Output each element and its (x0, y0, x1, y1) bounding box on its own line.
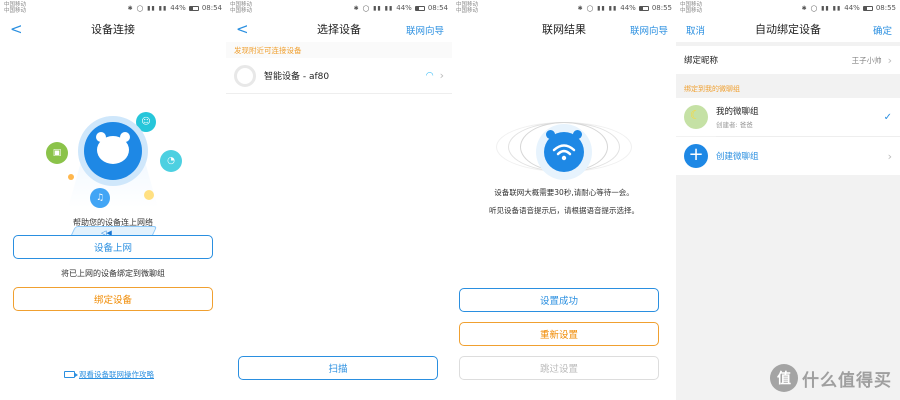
signal-icons: ✱ ◯ ▮▮ ▮▮ (127, 4, 168, 12)
nickname-label: 绑定昵称 (684, 56, 719, 66)
status-bar: 中国移动 中国移动 ✱ ◯ ▮▮ ▮▮ 44% 08:54 (0, 0, 226, 16)
decor-dot (144, 190, 154, 200)
signal-icons: ✱ ◯ ▮▮ ▮▮ (577, 4, 618, 12)
battery-text: 44% (170, 4, 186, 12)
watermark-text: 什么值得买 (802, 370, 892, 391)
nickname-row[interactable]: 绑定昵称 王子小帅 › (676, 46, 900, 74)
battery-text: 44% (620, 4, 636, 12)
signal-icons: ✱ ◯ ▮▮ ▮▮ (353, 4, 394, 12)
page-title: 联网结果 (542, 23, 586, 36)
nav-bar: 联网结果 联网向导 (452, 16, 676, 42)
nickname-value: 王子小帅 (851, 55, 882, 65)
battery-text: 44% (844, 4, 860, 12)
wifi-illustration (452, 112, 676, 182)
chevron-right-icon: › (887, 149, 892, 163)
guide-link[interactable]: 观看设备联网操作攻略 (64, 369, 154, 380)
signal-icons: ✱ ◯ ▮▮ ▮▮ (801, 4, 842, 12)
group-row[interactable]: 我的微聊组 创建者: 爸爸 ✓ (676, 98, 900, 136)
clock: 08:54 (201, 4, 222, 12)
nav-bar: < 选择设备 联网向导 (226, 16, 452, 42)
confirm-button[interactable]: 确定 (873, 23, 892, 37)
carrier-label: 中国移动 (680, 8, 703, 14)
group-avatar (684, 105, 708, 129)
setup-success-button[interactable]: 设置成功 (459, 288, 659, 312)
voice-hint: 听见设备语音提示后，请根据语音提示选择。 (489, 206, 639, 215)
create-group-label: 创建微聊组 (716, 152, 759, 162)
clock: 08:54 (427, 4, 448, 12)
bind-hint: 将已上网的设备绑定到微聊组 (61, 269, 165, 278)
group-name: 我的微聊组 (716, 107, 759, 117)
status-icons: ✱ ◯ ▮▮ ▮▮ 44% 08:55 (802, 4, 896, 12)
screenshot-strip: 中国移动 中国移动 ✱ ◯ ▮▮ ▮▮ 44% 08:54 < 设备连接 ▣ ☺… (0, 0, 900, 400)
status-bar: 中国移动 中国移动 ✱ ◯ ▮▮ ▮▮ 44% 08:55 (452, 0, 676, 16)
connect-hint: 帮助您的设备连上网络 (73, 218, 153, 227)
watermark-badge: 值 (770, 364, 798, 392)
status-bar: 中国移动 中国移动 ✱ ◯ ▮▮ ▮▮ 44% 08:55 (676, 0, 900, 16)
carrier-labels: 中国移动 中国移动 (230, 2, 270, 14)
nav-bar: 取消 自动绑定设备 确定 (676, 16, 900, 42)
status-bar: 中国移动 中国移动 ✱ ◯ ▮▮ ▮▮ 44% 08:54 (226, 0, 452, 16)
guide-link-label: 观看设备联网操作攻略 (79, 370, 154, 379)
watermark: 值 什么值得买 (770, 364, 892, 392)
network-wizard-link[interactable]: 联网向导 (630, 23, 668, 37)
reset-button[interactable]: 重新设置 (459, 322, 659, 346)
device-connect-screen: 中国移动 中国移动 ✱ ◯ ▮▮ ▮▮ 44% 08:54 < 设备连接 ▣ ☺… (0, 0, 226, 400)
nearby-section-header: 发现附近可连接设备 (226, 42, 452, 58)
status-icons: ✱ ◯ ▮▮ ▮▮ 44% 08:55 (578, 4, 672, 12)
device-row[interactable]: 智能设备 - af80 ◠ › (226, 58, 452, 94)
check-icon: ✓ (883, 111, 892, 123)
hero-illustration: ▣ ☺ ◔ ♫ ◁◀ (0, 50, 226, 240)
clock: 08:55 (875, 4, 896, 12)
status-icons: ✱ ◯ ▮▮ ▮▮ 44% 08:54 (354, 4, 448, 12)
carrier-label: 中国移动 (230, 8, 253, 14)
tv-icon: ▣ (46, 142, 68, 164)
battery-icon (638, 5, 649, 11)
back-icon[interactable]: < (10, 20, 23, 38)
device-ring-icon (234, 64, 256, 87)
clock: 08:55 (651, 4, 672, 12)
battery-icon (862, 5, 873, 11)
plus-icon: + (684, 144, 708, 168)
wait-hint: 设备联网大概需要30秒,请耐心等待一会。 (494, 188, 634, 197)
battery-icon (414, 5, 425, 11)
battery-text: 44% (396, 4, 412, 12)
network-result-screen: 中国移动 中国移动 ✱ ◯ ▮▮ ▮▮ 44% 08:55 联网结果 联网向导 (452, 0, 676, 400)
wifi-bear-icon (536, 124, 592, 180)
video-icon (64, 371, 78, 378)
scan-button[interactable]: 扫描 (238, 356, 438, 380)
decor-dot (68, 174, 74, 180)
wifi-icon: ◠ (425, 70, 434, 81)
battery-icon (188, 5, 199, 11)
bird-icon: ◔ (160, 150, 182, 172)
select-device-screen: 中国移动 中国移动 ✱ ◯ ▮▮ ▮▮ 44% 08:54 < 选择设备 联网向… (226, 0, 452, 400)
auto-bind-screen: 中国移动 中国移动 ✱ ◯ ▮▮ ▮▮ 44% 08:55 取消 自动绑定设备 … (676, 0, 900, 400)
skip-button[interactable]: 跳过设置 (459, 356, 659, 380)
bind-device-button[interactable]: 绑定设备 (13, 287, 213, 311)
group-section-header: 绑定到我的微聊组 (684, 85, 740, 93)
device-name: 智能设备 - af80 (264, 72, 330, 82)
device-online-button[interactable]: 设备上网 (13, 235, 213, 259)
cancel-button[interactable]: 取消 (686, 23, 705, 37)
status-icons: ✱ ◯ ▮▮ ▮▮ 44% 08:54 (128, 4, 222, 12)
create-group-row[interactable]: + 创建微聊组 › (676, 137, 900, 175)
carrier-label: 中国移动 (456, 8, 479, 14)
carrier-labels: 中国移动 中国移动 (680, 2, 720, 14)
chevron-right-icon: › (887, 53, 892, 67)
chevron-right-icon: › (439, 69, 444, 82)
page-title: 设备连接 (91, 23, 135, 36)
bear-logo-icon (84, 122, 142, 180)
carrier-label: 中国移动 (4, 8, 27, 14)
smile-icon: ☺ (136, 112, 156, 132)
group-info: 我的微聊组 创建者: 爸爸 (716, 105, 759, 129)
network-wizard-link[interactable]: 联网向导 (406, 23, 444, 37)
nav-bar: < 设备连接 (0, 16, 226, 42)
back-icon[interactable]: < (236, 20, 249, 38)
carrier-labels: 中国移动 中国移动 (4, 2, 44, 14)
page-title: 自动绑定设备 (755, 23, 821, 36)
music-note-icon: ♫ (90, 188, 110, 208)
page-title: 选择设备 (317, 23, 361, 36)
group-creator: 创建者: 爸爸 (716, 121, 753, 129)
carrier-labels: 中国移动 中国移动 (456, 2, 496, 14)
